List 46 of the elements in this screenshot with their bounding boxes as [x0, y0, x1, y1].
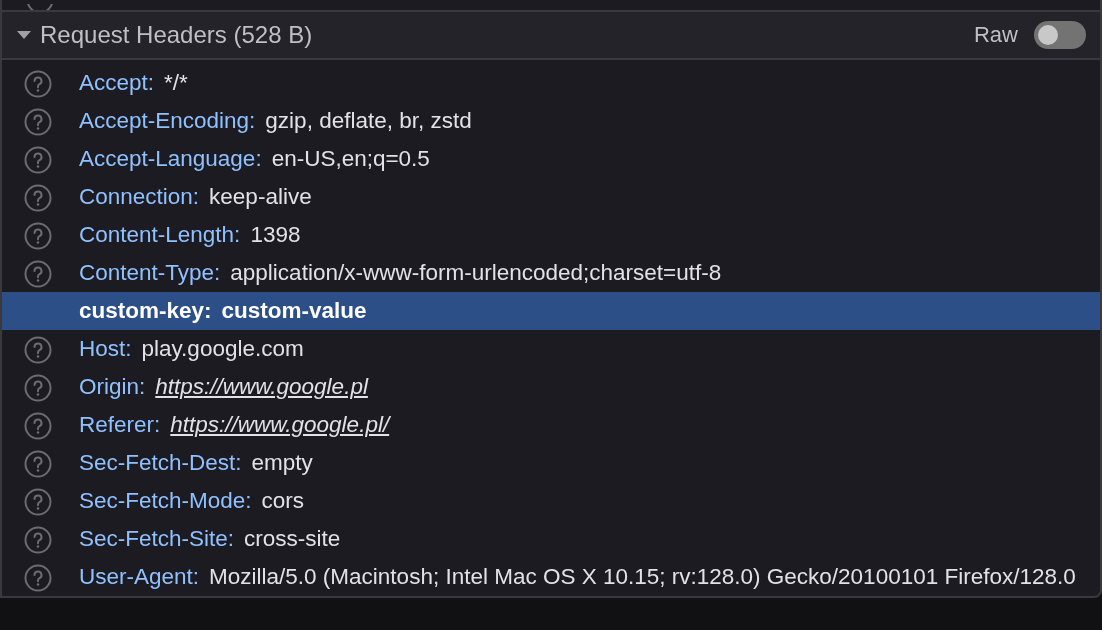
header-row[interactable]: Referer: https://www.google.pl/: [2, 406, 1100, 444]
header-value: application/x-www-form-urlencoded;charset=utf-8: [230, 260, 722, 285]
header-value: keep-alive: [209, 184, 312, 209]
header-row[interactable]: Accept: */*: [2, 64, 1100, 102]
header-name: Connection:: [79, 184, 200, 209]
header-name: Sec-Fetch-Site:: [79, 526, 235, 551]
header-name: Content-Length:: [79, 222, 241, 247]
header-row[interactable]: Sec-Fetch-Dest: empty: [2, 444, 1100, 482]
header-value: */*: [164, 70, 188, 95]
header-row[interactable]: User-Agent: Mozilla/5.0 (Macintosh; Intel Mac OS X 10.15; rv:128.0) Gecko/20100101 Firefox/128.0: [2, 558, 1100, 596]
section-title[interactable]: Request Headers (528 B): [40, 21, 966, 49]
header-row[interactable]: Sec-Fetch-Mode: cors: [2, 482, 1100, 520]
header-row[interactable]: Connection: keep-alive: [2, 178, 1100, 216]
header-value: play.google.com: [141, 336, 304, 361]
header-value: gzip, deflate, br, zstd: [265, 108, 472, 133]
header-name: Referer:: [79, 412, 161, 437]
header-name: Accept-Language:: [79, 146, 262, 171]
header-row[interactable]: Content-Type: application/x-www-form-urlencoded;charset=utf-8: [2, 254, 1100, 292]
header-value: custom-value: [221, 298, 367, 323]
header-value: Mozilla/5.0 (Macintosh; Intel Mac OS X 10.15; rv:128.0) Gecko/20100101 Firefox/128.0: [209, 564, 1076, 589]
header-row[interactable]: Accept-Encoding: gzip, deflate, br, zstd: [2, 102, 1100, 140]
header-row[interactable]: Sec-Fetch-Site: cross-site: [2, 520, 1100, 558]
header-row[interactable]: Origin: https://www.google.pl: [2, 368, 1100, 406]
header-row[interactable]: Content-Length: 1398: [2, 216, 1100, 254]
header-value: empty: [251, 450, 313, 475]
raw-toggle[interactable]: [1034, 21, 1086, 49]
caret-icon[interactable]: [16, 29, 32, 41]
raw-label: Raw: [974, 22, 1018, 48]
header-value: 1398: [250, 222, 301, 247]
header-value-link[interactable]: https://www.google.pl: [155, 374, 368, 399]
header-name: Content-Type:: [79, 260, 221, 285]
header-name: Origin:: [79, 374, 146, 399]
header-name: Host:: [79, 336, 132, 361]
header-name: User-Agent:: [79, 564, 200, 589]
header-value: en-US,en;q=0.5: [271, 146, 430, 171]
header-value: cross-site: [244, 526, 341, 551]
header-name: Sec-Fetch-Mode:: [79, 488, 252, 513]
header-row[interactable]: Accept-Language: en-US,en;q=0.5: [2, 140, 1100, 178]
header-row[interactable]: Host: play.google.com: [2, 330, 1100, 368]
header-name: custom-key:: [79, 298, 212, 323]
header-name: Accept:: [79, 70, 155, 95]
header-row[interactable]: custom-key: custom-value: [2, 292, 1100, 330]
header-name: Accept-Encoding:: [79, 108, 256, 133]
header-value: cors: [261, 488, 305, 513]
header-name: Sec-Fetch-Dest:: [79, 450, 242, 475]
header-value-link[interactable]: https://www.google.pl/: [170, 412, 390, 437]
